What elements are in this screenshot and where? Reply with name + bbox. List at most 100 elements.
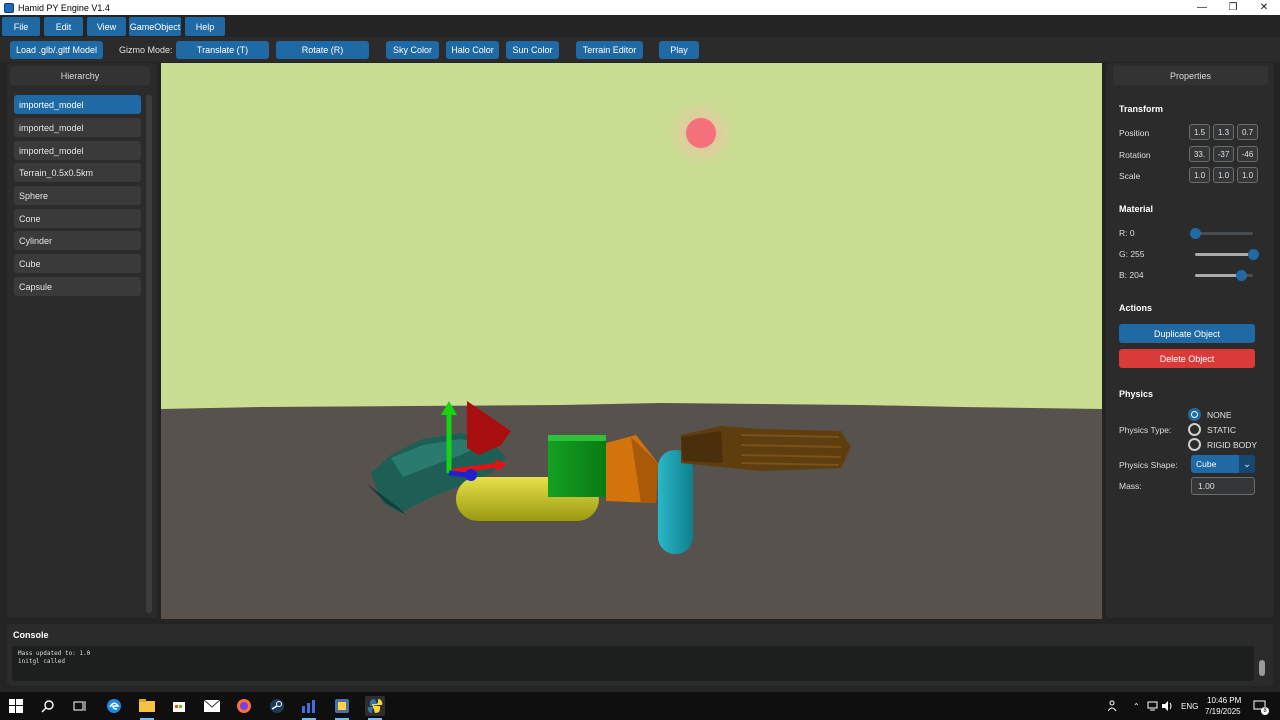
- rotation-x-field[interactable]: 33.: [1189, 146, 1210, 162]
- mass-label: Mass:: [1119, 481, 1142, 491]
- sun: [686, 118, 716, 148]
- scale-y-field[interactable]: 1.0: [1213, 167, 1234, 183]
- terrain-ground: [161, 403, 1102, 619]
- blue-slider-knob[interactable]: [1236, 270, 1248, 281]
- physics-shape-value: Cube: [1196, 459, 1217, 469]
- radio-label-none: NONE: [1207, 409, 1232, 420]
- duplicate-object-button[interactable]: Duplicate Object: [1119, 324, 1255, 343]
- position-x-field[interactable]: 1.5: [1189, 124, 1210, 140]
- toolbar: Load .glb/.gltf Model Gizmo Mode: Transl…: [0, 37, 1280, 62]
- rotate-button[interactable]: Rotate (R): [276, 41, 369, 59]
- volume-icon[interactable]: [1158, 696, 1178, 716]
- menu-view[interactable]: View: [87, 17, 126, 36]
- windows-start-icon[interactable]: [6, 696, 26, 716]
- windows-taskbar: ⌃ ENG 10:46 PM 7/19/2025 8: [0, 692, 1280, 720]
- load-model-button[interactable]: Load .glb/.gltf Model: [10, 41, 103, 59]
- scene-render: [161, 95, 1102, 619]
- minimize-button[interactable]: —: [1187, 0, 1217, 15]
- console-output[interactable]: Mass updated to: 1.0 initgl called: [12, 646, 1254, 681]
- blue-slider[interactable]: [1195, 270, 1253, 281]
- rotation-z-field[interactable]: -46: [1237, 146, 1258, 162]
- play-button[interactable]: Play: [659, 41, 699, 59]
- actions-heading: Actions: [1119, 303, 1153, 313]
- transform-heading: Transform: [1119, 104, 1164, 114]
- hierarchy-item[interactable]: Sphere: [14, 186, 141, 205]
- app-icon: [4, 2, 14, 13]
- hierarchy-panel: Hierarchy imported_model imported_model …: [7, 63, 157, 618]
- green-slider-knob[interactable]: [1248, 249, 1259, 260]
- delete-object-button[interactable]: Delete Object: [1119, 349, 1255, 368]
- file-explorer-icon[interactable]: [137, 696, 157, 720]
- green-cube: [548, 435, 606, 497]
- hierarchy-item[interactable]: Cube: [14, 254, 141, 273]
- material-heading: Material: [1119, 204, 1154, 214]
- python-icon[interactable]: [365, 696, 385, 720]
- console-line: initgl called: [18, 658, 65, 665]
- red-slider-knob[interactable]: [1190, 228, 1201, 239]
- imported-model-logs: [681, 426, 851, 471]
- firefox-icon[interactable]: [234, 696, 254, 716]
- python-app-icon[interactable]: [332, 696, 352, 720]
- hierarchy-item[interactable]: Capsule: [14, 277, 141, 296]
- hierarchy-item[interactable]: Cone: [14, 209, 141, 228]
- physics-type-static-radio[interactable]: STATIC: [1188, 423, 1236, 436]
- edge-browser-icon[interactable]: [104, 696, 124, 716]
- menu-help[interactable]: Help: [185, 17, 225, 36]
- halo-color-button[interactable]: Halo Color: [446, 41, 499, 59]
- mass-field[interactable]: 1.00: [1191, 477, 1255, 495]
- position-z-field[interactable]: 0.7: [1237, 124, 1258, 140]
- hierarchy-item[interactable]: imported_model: [14, 95, 141, 114]
- mail-icon[interactable]: [202, 696, 222, 716]
- console-line: Mass updated to: 1.0: [18, 650, 91, 657]
- search-icon[interactable]: [38, 696, 58, 716]
- gizmo-mode-label: Gizmo Mode:: [119, 45, 173, 55]
- menu-edit[interactable]: Edit: [44, 17, 83, 36]
- properties-title: Properties: [1113, 66, 1268, 85]
- scale-label: Scale: [1119, 171, 1141, 181]
- physics-type-label: Physics Type:: [1119, 425, 1172, 435]
- clock-time[interactable]: 10:46 PM: [1207, 696, 1241, 705]
- sun-color-button[interactable]: Sun Color: [506, 41, 559, 59]
- store-icon[interactable]: [169, 696, 189, 716]
- hierarchy-item[interactable]: Cylinder: [14, 231, 141, 250]
- physics-shape-dropdown[interactable]: Cube ⌄: [1191, 455, 1255, 473]
- chevron-down-icon[interactable]: ⌄: [1239, 455, 1255, 473]
- console-title: Console: [13, 630, 49, 640]
- green-slider[interactable]: [1195, 249, 1259, 260]
- radio-label-rigid-body: RIGID BODY: [1207, 439, 1258, 450]
- scene-viewport[interactable]: [161, 63, 1102, 619]
- sky-color-button[interactable]: Sky Color: [386, 41, 439, 59]
- physics-heading: Physics: [1119, 389, 1154, 399]
- console-scrollbar[interactable]: [1259, 660, 1265, 676]
- console-panel: Console Mass updated to: 1.0 initgl call…: [7, 624, 1273, 686]
- scale-z-field[interactable]: 1.0: [1237, 167, 1258, 183]
- red-slider[interactable]: [1190, 228, 1253, 239]
- performance-monitor-icon[interactable]: [299, 696, 319, 720]
- position-y-field[interactable]: 1.3: [1213, 124, 1234, 140]
- tray-chevron-up-icon[interactable]: ⌃: [1133, 702, 1140, 711]
- translate-button[interactable]: Translate (T): [176, 41, 269, 59]
- hierarchy-item[interactable]: Terrain_0.5x0.5km: [14, 163, 141, 182]
- cyan-capsule: [658, 450, 693, 554]
- language-indicator[interactable]: ENG: [1181, 702, 1198, 711]
- radio-label-static: STATIC: [1207, 424, 1236, 435]
- menu-bar: File Edit View GameObject Help: [0, 15, 1280, 37]
- hierarchy-item[interactable]: imported_model: [14, 141, 141, 160]
- physics-type-none-radio[interactable]: NONE: [1188, 408, 1232, 421]
- menu-gameobject[interactable]: GameObject: [129, 17, 181, 36]
- menu-file[interactable]: File: [2, 17, 40, 36]
- rotation-y-field[interactable]: -37: [1213, 146, 1234, 162]
- notification-center-icon[interactable]: 8: [1250, 696, 1270, 716]
- notification-count-badge: 8: [1261, 707, 1269, 715]
- people-icon[interactable]: [1104, 696, 1124, 716]
- close-button[interactable]: ✕: [1249, 0, 1279, 15]
- terrain-editor-button[interactable]: Terrain Editor: [576, 41, 643, 59]
- scale-x-field[interactable]: 1.0: [1189, 167, 1210, 183]
- maximize-button[interactable]: ❐: [1218, 0, 1248, 15]
- steam-icon[interactable]: [267, 696, 287, 716]
- clock-date[interactable]: 7/19/2025: [1205, 707, 1241, 716]
- task-view-icon[interactable]: [70, 696, 90, 716]
- hierarchy-scrollbar[interactable]: [146, 95, 152, 613]
- hierarchy-item[interactable]: imported_model: [14, 118, 141, 137]
- physics-type-rigidbody-radio[interactable]: RIGID BODY: [1188, 438, 1257, 451]
